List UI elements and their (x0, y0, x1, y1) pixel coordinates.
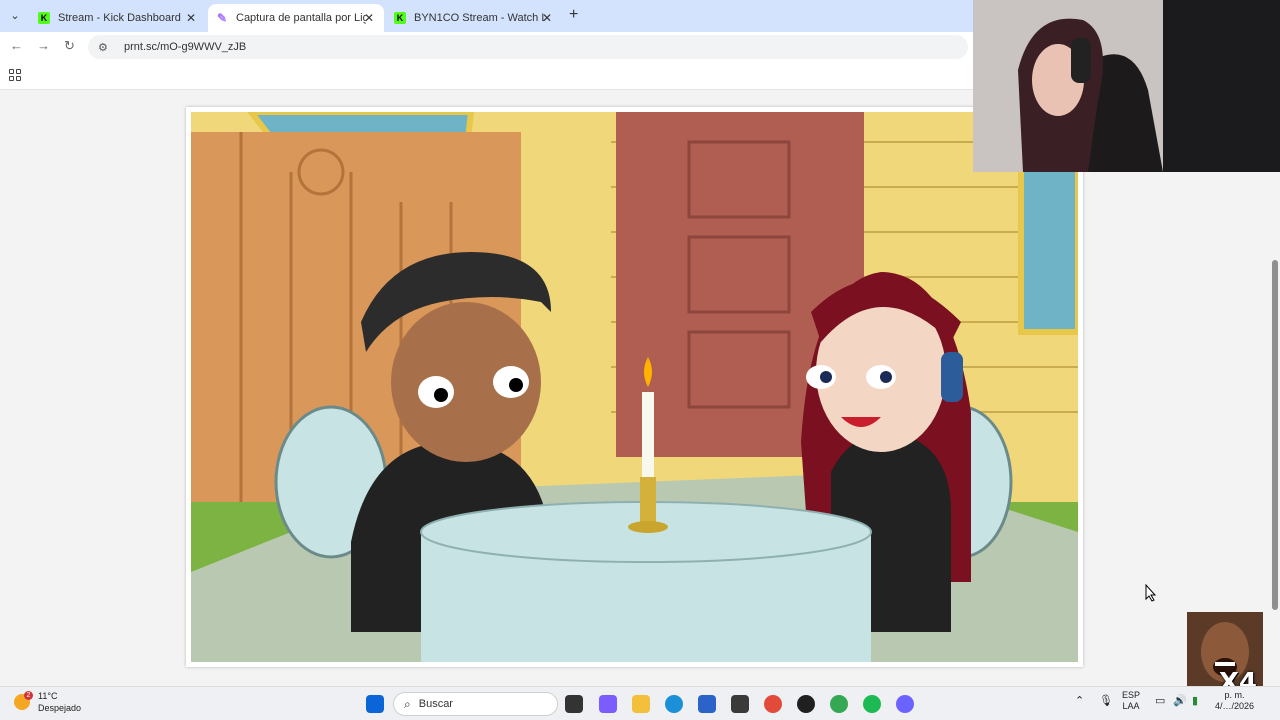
volume-icon[interactable]: 🔊 (1173, 696, 1187, 707)
sun-icon: 2 (14, 691, 33, 710)
address-bar[interactable]: ⚙ prnt.sc/mO-g9WWV_zJB (88, 35, 968, 59)
feather-icon: ✎ (216, 11, 228, 25)
page-scrollbar[interactable] (1272, 260, 1278, 610)
new-tab-button[interactable]: + (569, 6, 578, 24)
back-arrow-icon[interactable]: ← (10, 38, 23, 53)
microphone-icon[interactable]: 🎙 (1099, 696, 1113, 707)
close-tab-icon[interactable]: ✕ (542, 11, 552, 25)
obs-icon[interactable] (797, 695, 815, 713)
file-explorer-icon[interactable] (632, 695, 650, 713)
streamer-video (973, 0, 1280, 172)
reload-icon[interactable]: ↻ (64, 38, 75, 54)
store-icon[interactable] (698, 695, 716, 713)
tab-byn1co-stream[interactable]: K BYN1CO Stream - Watch Live o ✕ (386, 4, 562, 32)
forward-arrow-icon[interactable]: → (37, 38, 50, 53)
tab-title: Captura de pantalla por Lightsh (236, 12, 366, 24)
tab-kick-dashboard[interactable]: K Stream - Kick Dashboard ✕ (30, 4, 206, 32)
cartoon-illustration (191, 109, 1081, 662)
edge-icon[interactable] (665, 695, 683, 713)
language-secondary: LAA (1122, 701, 1140, 711)
tab-title: Stream - Kick Dashboard (58, 12, 181, 24)
weather-widget[interactable]: 2 11°C Despejado (14, 690, 81, 714)
app-cube-icon[interactable] (731, 695, 749, 713)
copilot-icon[interactable] (599, 695, 617, 713)
task-view-icon[interactable] (565, 695, 583, 713)
chevron-up-icon[interactable]: ⌃ (1075, 696, 1084, 707)
site-info-icon[interactable]: ⚙ (98, 41, 114, 54)
search-icon: ⌕ (404, 696, 411, 711)
url-text: prnt.sc/mO-g9WWV_zJB (124, 41, 247, 53)
kick-icon: K (394, 12, 406, 24)
taskbar: 2 11°C Despejado ⌕ Buscar ⌃ 🎙 ESP LAA ▭ … (0, 686, 1280, 720)
tab-search-chevron-icon[interactable]: ⌄ (6, 8, 24, 24)
clock-date: 4/…/2026 (1215, 701, 1255, 711)
notification-badge: 2 (24, 691, 33, 700)
tab-lightshot[interactable]: ✎ Captura de pantalla por Lightsh ✕ (208, 4, 384, 32)
kick-icon: K (38, 12, 50, 24)
spotify-icon[interactable] (863, 695, 881, 713)
close-tab-icon[interactable]: ✕ (364, 11, 374, 25)
apps-grid-icon[interactable] (9, 69, 21, 81)
clock[interactable]: p. m. 4/…/2026 (1215, 690, 1254, 712)
windows-start-icon[interactable] (366, 695, 384, 713)
close-tab-icon[interactable]: ✕ (186, 11, 196, 25)
webcam-overlay (973, 0, 1280, 172)
search-placeholder: Buscar (418, 698, 453, 710)
battery-icon[interactable]: ▮ (1192, 696, 1198, 707)
language-indicator[interactable]: ESP LAA (1122, 690, 1140, 712)
weather-temperature: 11°C (38, 691, 58, 701)
weather-description: Despejado (38, 703, 82, 713)
chrome-icon[interactable] (764, 695, 782, 713)
discord-icon[interactable] (896, 695, 914, 713)
chrome-profile-icon[interactable] (830, 695, 848, 713)
page-content (0, 90, 1280, 686)
network-icon[interactable]: ▭ (1155, 696, 1165, 707)
tab-title: BYN1CO Stream - Watch Live o (414, 12, 544, 24)
language-primary: ESP (1122, 690, 1141, 700)
taskbar-search[interactable]: ⌕ Buscar (393, 692, 558, 716)
screenshot-image[interactable] (186, 107, 1083, 667)
clock-time: p. m. (1224, 690, 1245, 700)
